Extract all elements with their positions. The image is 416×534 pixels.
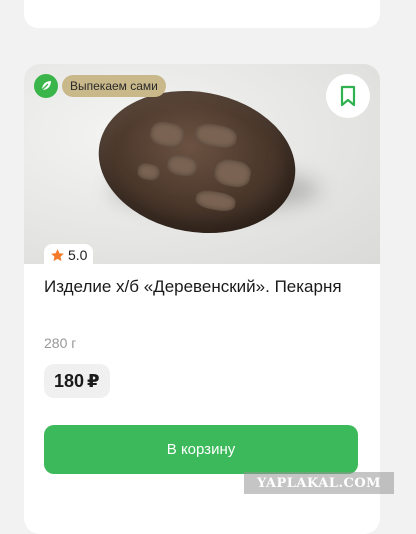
site-watermark: YAPLAKAL.COM [244,472,394,494]
star-icon [51,248,64,261]
previous-product-card [24,0,380,28]
bakery-badge: Выпекаем сами [62,75,166,97]
add-to-cart-button[interactable]: В корзину [44,425,358,474]
leaf-icon [34,74,58,98]
product-image[interactable]: Выпекаем сами 5.0 [24,64,380,264]
product-card[interactable]: Выпекаем сами 5.0 Изделие х/б «Деревенск… [24,64,380,534]
price-value: 180 [54,370,85,391]
bookmark-icon [340,85,356,107]
product-price: 180 ₽ [44,364,110,398]
rating-badge: 5.0 [44,244,94,264]
product-title[interactable]: Изделие х/б «Деревенский». Пекарня [44,275,354,299]
rating-value: 5.0 [68,247,88,263]
product-weight: 280 г [44,335,77,351]
bread-loaf-image [87,75,307,249]
bookmark-button[interactable] [326,74,370,118]
price-currency: ₽ [87,370,100,391]
